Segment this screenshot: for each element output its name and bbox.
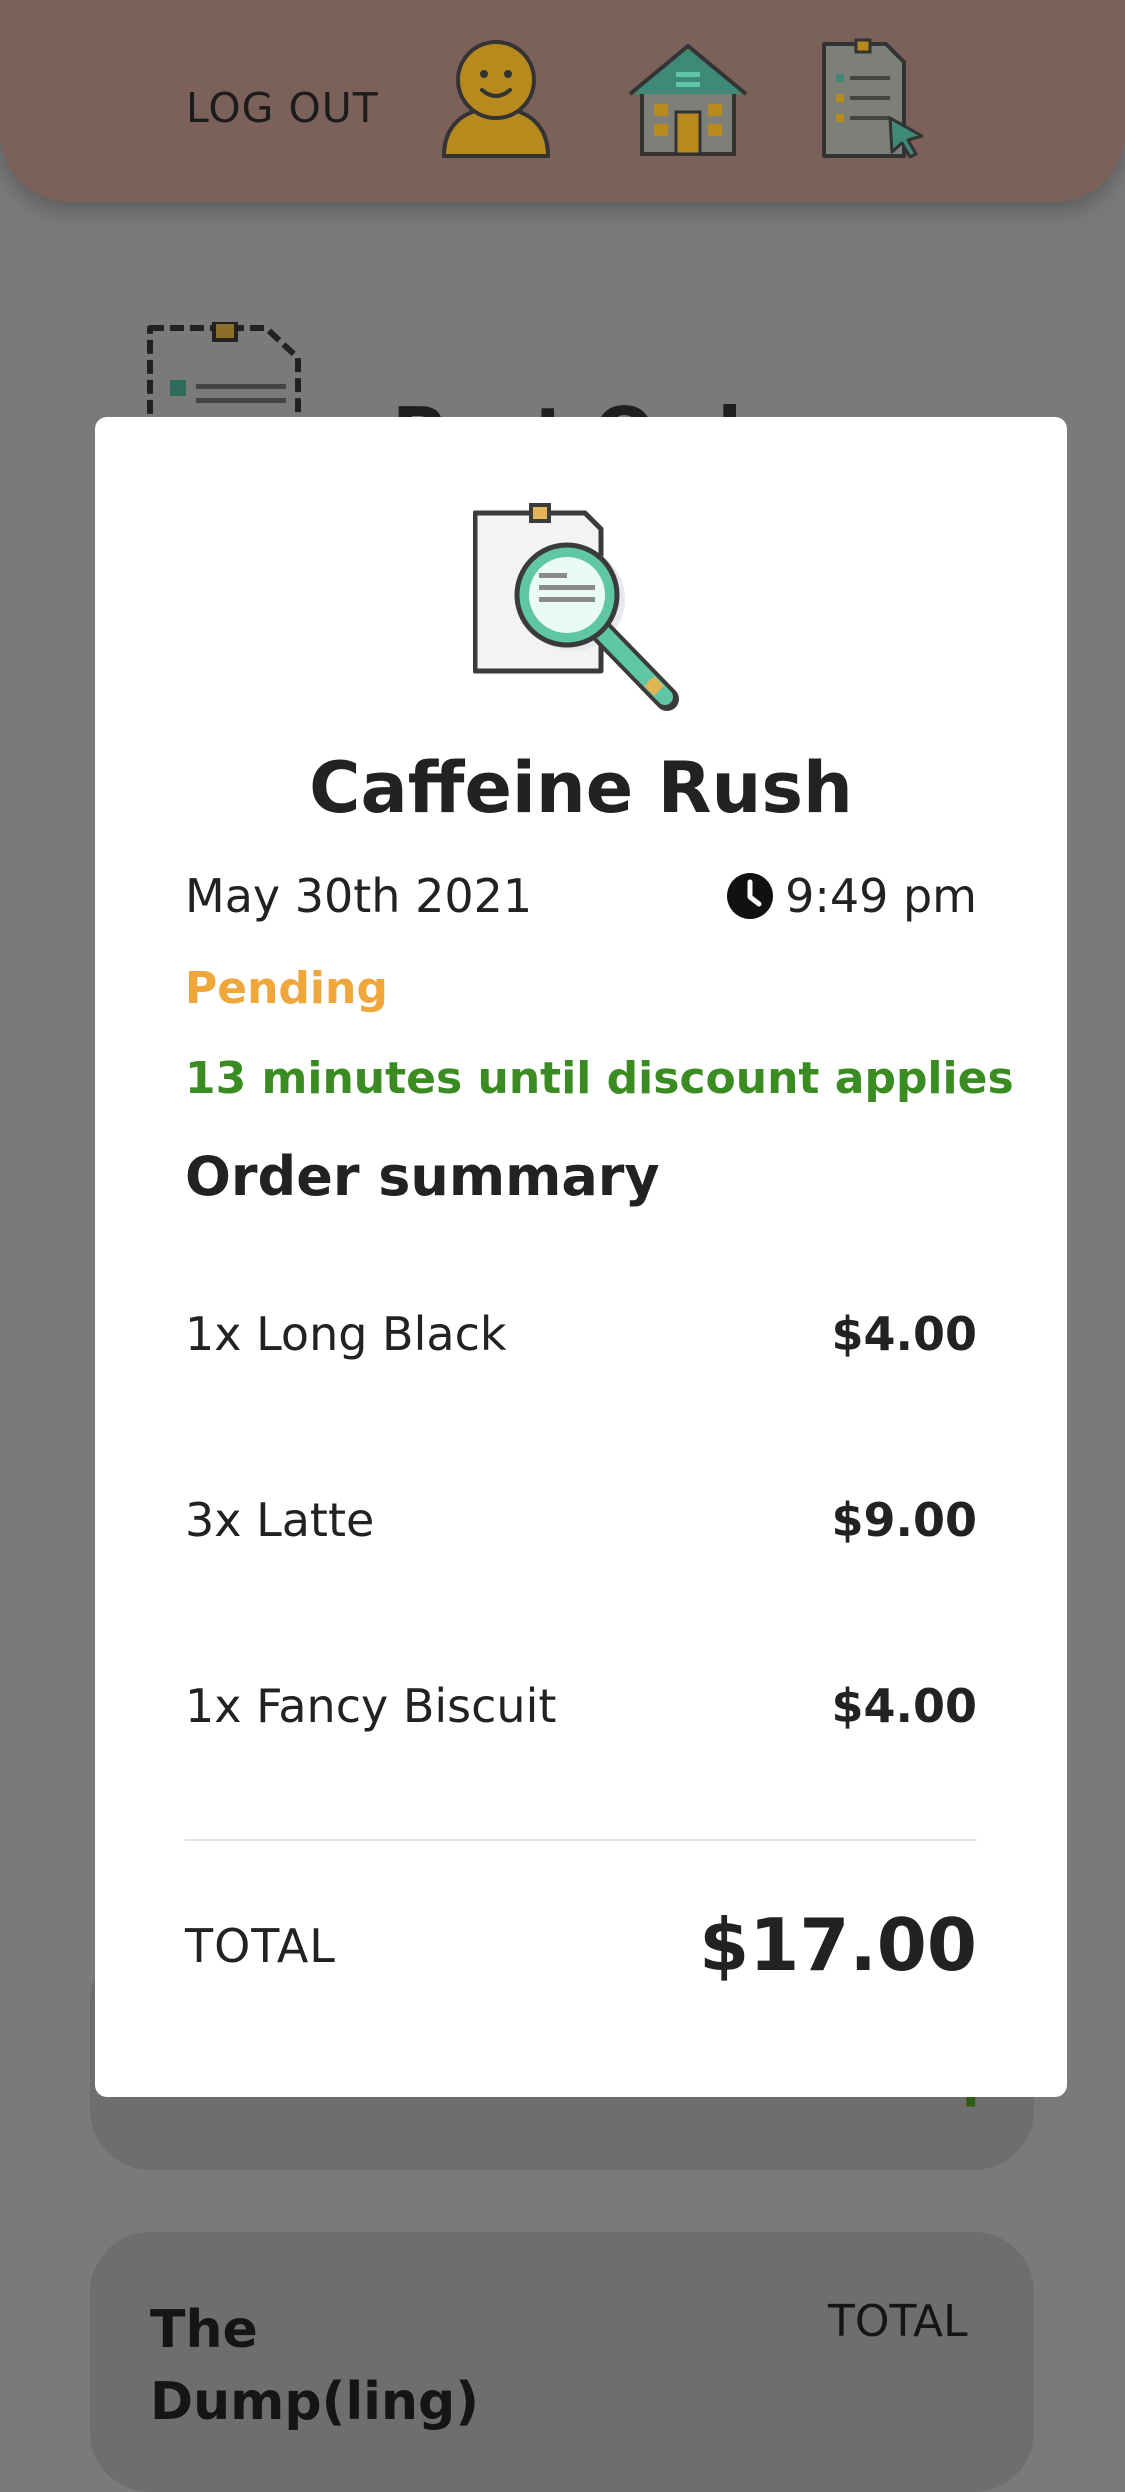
restaurant-name: Caffeine Rush <box>309 747 853 829</box>
home-icon[interactable] <box>626 38 750 160</box>
divider <box>185 1839 977 1841</box>
order-item-name: 1x Long Black <box>185 1307 507 1361</box>
orders-icon[interactable] <box>818 38 928 160</box>
order-item-name: 3x Latte <box>185 1493 375 1547</box>
logout-button[interactable]: LOG OUT <box>186 84 379 132</box>
discount-countdown: 13 minutes until discount applies <box>185 1053 1014 1104</box>
total-label: TOTAL <box>185 1919 336 1973</box>
order-item-price: $9.00 <box>831 1493 977 1547</box>
order-search-icon <box>472 503 679 715</box>
clock-icon <box>726 872 774 924</box>
top-nav-bar: LOG OUT <box>0 0 1125 202</box>
order-item-name: 1x Fancy Biscuit <box>185 1679 557 1733</box>
order-item-price: $4.00 <box>831 1307 977 1361</box>
order-time: 9:49 pm <box>785 869 977 923</box>
order-date: May 30th 2021 <box>185 869 533 923</box>
order-summary-heading: Order summary <box>185 1145 660 1208</box>
order-card-total-label: TOTAL <box>828 2296 968 2347</box>
order-details-modal: Caffeine Rush May 30th 2021 9:49 pm Pend… <box>95 417 1067 2097</box>
total-value: $17.00 <box>699 1903 977 1987</box>
order-card-name: The Dump(ling) <box>150 2300 480 2432</box>
profile-icon[interactable] <box>438 36 554 162</box>
status-badge: Pending <box>185 963 388 1014</box>
order-item-price: $4.00 <box>831 1679 977 1733</box>
